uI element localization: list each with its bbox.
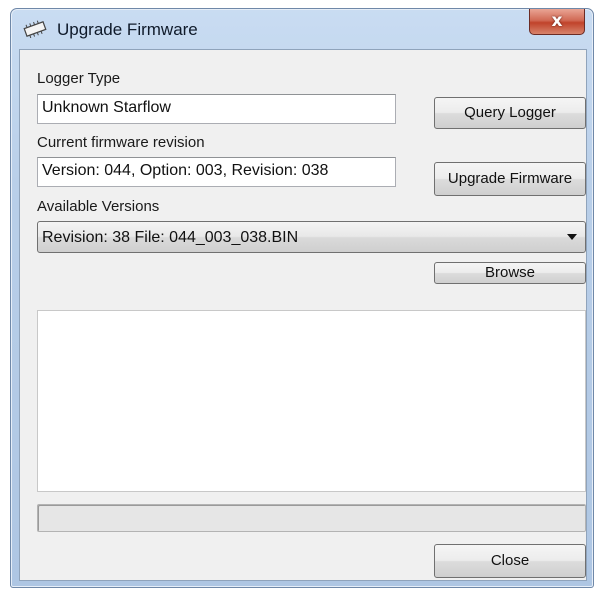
logger-type-label: Logger Type [37,70,121,87]
available-versions-dropdown[interactable]: Revision: 38 File: 044_003_038.BIN [37,221,586,253]
query-logger-button[interactable]: Query Logger [434,97,586,129]
title-bar[interactable]: Upgrade Firmware x [11,9,593,49]
upgrade-firmware-window: Upgrade Firmware x Logger Type Unknown S… [10,8,594,588]
log-output-area[interactable] [37,310,586,492]
current-firmware-field[interactable]: Version: 044, Option: 003, Revision: 038 [37,157,396,187]
close-button[interactable]: Close [434,544,586,578]
upgrade-progress-bar [37,504,586,532]
browse-button[interactable]: Browse [434,262,586,284]
logger-type-field[interactable]: Unknown Starflow [37,94,396,124]
available-versions-selected: Revision: 38 File: 044_003_038.BIN [42,229,299,246]
available-versions-label: Available Versions [37,198,160,215]
close-icon: x [551,11,563,31]
chevron-down-icon [567,234,577,240]
firmware-chip-icon [23,20,47,38]
upgrade-firmware-button[interactable]: Upgrade Firmware [434,162,586,196]
current-firmware-label: Current firmware revision [37,134,205,151]
dialog-client-area: Logger Type Unknown Starflow Query Logge… [19,49,587,581]
window-close-button[interactable]: x [529,9,585,35]
window-title: Upgrade Firmware [57,20,198,39]
